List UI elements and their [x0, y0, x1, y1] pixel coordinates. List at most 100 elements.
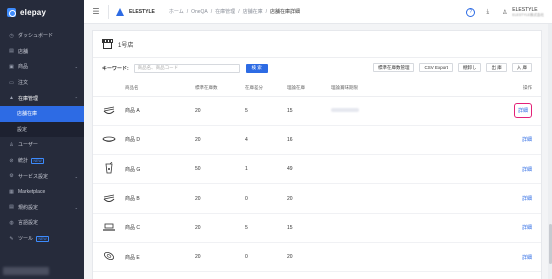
- sidebar-item-dashboard[interactable]: ◷ ダッシュボード: [0, 28, 84, 44]
- table-row: 商品 G 50 1 49 詳細: [93, 154, 541, 185]
- table-row: 商品 E 20 0 20 詳細: [93, 242, 541, 273]
- column-header: 理論賞味期限: [331, 80, 482, 97]
- search-input[interactable]: 商品名、商品コード: [133, 63, 240, 73]
- sidebar-item-tools[interactable]: ✎ ツール NEW: [0, 231, 84, 247]
- header-divider: [108, 4, 109, 19]
- product-image-cell: [93, 96, 125, 126]
- table-header: 商品名 標準在庫数 在庫差分 理論在庫 理論賞味期限 操作: [93, 80, 541, 97]
- store-logo-icon: [116, 7, 125, 16]
- box-icon: ▣: [9, 63, 14, 70]
- table-row: 商品 D 20 4 16 詳細: [93, 125, 541, 156]
- theoretical-stock: 20: [287, 242, 331, 273]
- store-header: 1号店: [93, 31, 541, 57]
- sidebar-user-blurred[interactable]: [3, 267, 49, 275]
- user-menu[interactable]: ♙ ELESTYLE ELESTYLE株式会社: [500, 7, 544, 18]
- globe-icon: ◍: [9, 219, 14, 226]
- product-image-cell: [93, 154, 125, 185]
- user-icon: ♙: [502, 9, 508, 16]
- stock-diff: 0: [245, 183, 287, 214]
- sidebar-nav: ◷ ダッシュボード ▤ 店舗 ▣ 商品 ⌄ ▭ 注文 ▲ 在庫管理 ⌃ 店舗在庫 設定 ♙ ユー…: [0, 28, 84, 246]
- inbound-button[interactable]: 入 庫: [511, 63, 532, 72]
- menu-toggle-icon[interactable]: ☰: [84, 7, 108, 16]
- csv-export-button[interactable]: CSV Export: [419, 63, 453, 72]
- app-logo[interactable]: elepay: [0, 0, 84, 24]
- detail-link[interactable]: 詳細: [522, 136, 532, 143]
- product-name: 商品 E: [125, 242, 195, 273]
- sidebar-item-label: 統計: [18, 158, 29, 165]
- search-bar: キーワード: 商品名、商品コード 検 索 標準在庫数管理 CSV Export …: [93, 58, 541, 78]
- sidebar-item-users[interactable]: ♙ ユーザー: [0, 137, 84, 153]
- column-header: 理論在庫: [287, 80, 331, 97]
- breadcrumb-oneqa[interactable]: OneQA: [191, 9, 208, 15]
- detail-link[interactable]: 詳細: [522, 195, 532, 202]
- scrollbar-thumb[interactable]: [548, 224, 552, 264]
- expiry-cell: [331, 213, 482, 243]
- sidebar-item-terms[interactable]: ▤ 規約設定 ⌄: [0, 200, 84, 216]
- outbound-button[interactable]: 出 庫: [486, 63, 507, 72]
- expiry-blurred: [331, 107, 359, 112]
- breadcrumb-separator: /: [186, 8, 189, 15]
- breadcrumb-separator: /: [238, 8, 240, 15]
- sidebar-item-label: ダッシュボード: [18, 33, 54, 40]
- page-scrollbar[interactable]: [548, 24, 552, 279]
- product-name: 商品 C: [125, 213, 195, 243]
- op-cell: 詳細: [482, 242, 541, 273]
- standard-stock: 20: [195, 242, 245, 273]
- breadcrumb-store-stock[interactable]: 店舗在庫: [243, 8, 263, 15]
- column-header: 標準在庫数: [195, 80, 245, 97]
- detail-link[interactable]: 詳細: [522, 254, 532, 261]
- search-button[interactable]: 検 索: [245, 63, 268, 73]
- chart-icon: ⊘: [9, 157, 14, 164]
- detail-link[interactable]: 詳細: [513, 103, 532, 119]
- breadcrumb-separator: /: [265, 8, 267, 15]
- sidebar-item-language[interactable]: ◍ 言語設定: [0, 215, 84, 231]
- breadcrumb-home[interactable]: ホーム: [169, 8, 184, 15]
- detail-link[interactable]: 詳細: [522, 224, 532, 231]
- breadcrumb-separator: /: [210, 8, 213, 15]
- column-header: 商品名: [125, 80, 195, 97]
- theoretical-stock: 16: [287, 125, 331, 156]
- bowl-icon: [102, 133, 116, 143]
- stock-diff: 5: [245, 213, 287, 243]
- sidebar-item-label: ツール: [18, 236, 34, 243]
- standard-stock: 20: [195, 183, 245, 214]
- download-icon[interactable]: ⤓: [483, 8, 492, 17]
- sidebar-item-marketplace[interactable]: ▦ Marketplace: [0, 184, 84, 200]
- breadcrumb-inventory[interactable]: 在庫管理: [215, 8, 235, 15]
- sidebar-item-label: 言語設定: [18, 220, 39, 227]
- logo-icon: [7, 7, 16, 17]
- header-right: ? ⤓ ♙ ELESTYLE ELESTYLE株式会社: [466, 0, 544, 24]
- plate-icon: [102, 221, 116, 231]
- sidebar-item-label: サービス設定: [18, 173, 49, 180]
- stocktake-button[interactable]: 棚卸し: [457, 63, 482, 72]
- chevron-up-icon: ⌃: [74, 95, 78, 101]
- sidebar-item-products[interactable]: ▣ 商品 ⌄: [0, 59, 84, 75]
- drink-icon: [102, 161, 116, 174]
- product-name: 商品 D: [125, 125, 195, 156]
- sidebar-item-label: 注文: [18, 80, 29, 87]
- breadcrumb: ホーム / OneQA / 在庫管理 / 店舗在庫 / 店舗在庫詳細: [169, 8, 300, 16]
- op-cell: 詳細: [482, 183, 541, 214]
- sidebar-item-store[interactable]: ▤ 店舗: [0, 44, 84, 60]
- sidebar-item-label: 規約設定: [18, 204, 39, 211]
- stock-diff: 5: [245, 96, 287, 126]
- standard-stock: 50: [195, 154, 245, 185]
- detail-link[interactable]: 詳細: [522, 166, 532, 173]
- help-icon[interactable]: ?: [466, 7, 476, 17]
- sidebar-item-settings-sub[interactable]: 設定: [0, 121, 84, 138]
- column-header: 在庫差分: [245, 80, 287, 97]
- expiry-cell: [331, 125, 482, 156]
- action-buttons: 標準在庫数管理 CSV Export 棚卸し 出 庫 入 庫: [372, 63, 532, 72]
- sidebar-item-label: ユーザー: [18, 142, 38, 149]
- sidebar-item-stats[interactable]: ⊘ 統計 NEW: [0, 153, 84, 169]
- main-panel: 1号店 キーワード: 商品名、商品コード 検 索 標準在庫数管理 CSV Exp…: [92, 30, 542, 279]
- sidebar-item-store-stock[interactable]: 店舗在庫: [0, 105, 84, 122]
- product-name: 商品 G: [125, 154, 195, 185]
- store-name: ELESTYLE: [129, 8, 155, 15]
- standard-stock-button[interactable]: 標準在庫数管理: [372, 63, 415, 72]
- sidebar-item-label: 在庫管理: [18, 95, 39, 102]
- sidebar-item-orders[interactable]: ▭ 注文: [0, 75, 84, 91]
- expiry-cell: [331, 154, 482, 185]
- sidebar-item-inventory[interactable]: ▲ 在庫管理 ⌃: [0, 90, 84, 106]
- sidebar-item-service-settings[interactable]: ⚙ サービス設定 ⌄: [0, 168, 84, 184]
